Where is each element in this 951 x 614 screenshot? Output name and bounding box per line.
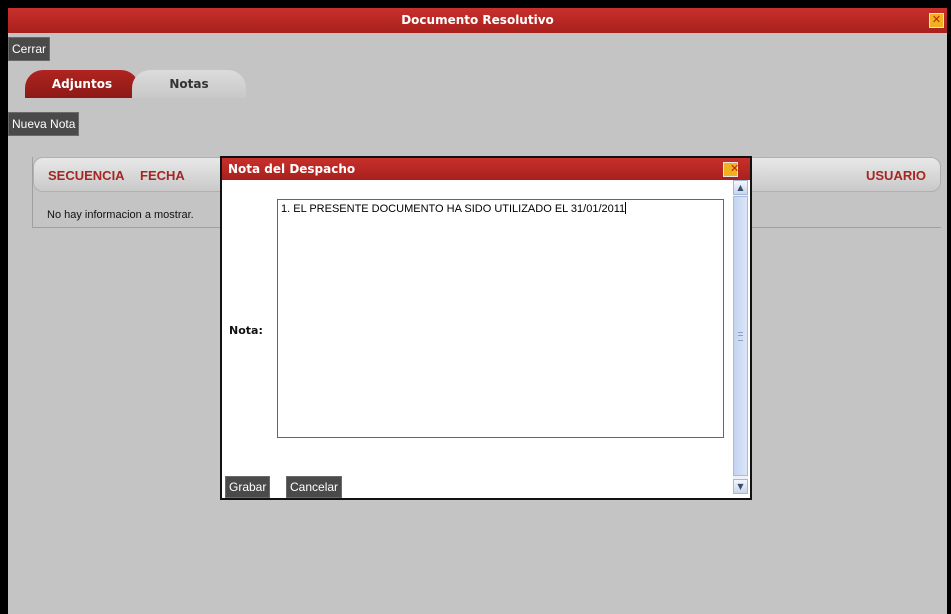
tab-notas[interactable]: Notas xyxy=(132,70,246,98)
window-title: Documento Resolutivo xyxy=(401,13,554,27)
column-header-fecha[interactable]: FECHA xyxy=(140,168,185,183)
column-header-secuencia[interactable]: SECUENCIA xyxy=(48,168,125,183)
close-icon[interactable]: ✕ xyxy=(723,162,739,177)
cancel-button[interactable]: Cancelar xyxy=(286,476,343,498)
documento-resolutivo-window: Documento Resolutivo ✕ Cerrar Adjuntos N… xyxy=(8,8,947,614)
empty-grid-message: No hay informacion a mostrar. xyxy=(47,209,194,221)
note-textarea[interactable]: 1. EL PRESENTE DOCUMENTO HA SIDO UTILIZA… xyxy=(277,199,724,438)
note-field-label: Nota: xyxy=(229,324,263,337)
window-titlebar: Documento Resolutivo ✕ xyxy=(8,8,947,33)
text-caret xyxy=(625,202,627,214)
note-text: 1. EL PRESENTE DOCUMENTO HA SIDO UTILIZA… xyxy=(281,203,626,215)
close-icon[interactable]: ✕ xyxy=(929,13,944,28)
note-dialog: Nota del Despacho ✕ Nota: 1. EL PRESENTE… xyxy=(220,156,752,500)
grip-icon xyxy=(738,332,743,341)
new-note-button[interactable]: Nueva Nota xyxy=(8,112,80,136)
scroll-down-icon[interactable]: ▼ xyxy=(733,479,748,494)
dialog-titlebar: Nota del Despacho ✕ xyxy=(222,158,750,180)
scroll-up-icon[interactable]: ▲ xyxy=(733,180,748,195)
tab-adjuntos[interactable]: Adjuntos xyxy=(25,70,139,98)
close-button[interactable]: Cerrar xyxy=(8,37,51,61)
dialog-title: Nota del Despacho xyxy=(228,162,356,176)
scroll-thumb[interactable] xyxy=(733,196,748,476)
column-header-usuario[interactable]: USUARIO xyxy=(866,168,926,183)
dialog-scrollbar[interactable]: ▲ ▼ xyxy=(733,180,748,494)
save-button[interactable]: Grabar xyxy=(225,476,271,498)
